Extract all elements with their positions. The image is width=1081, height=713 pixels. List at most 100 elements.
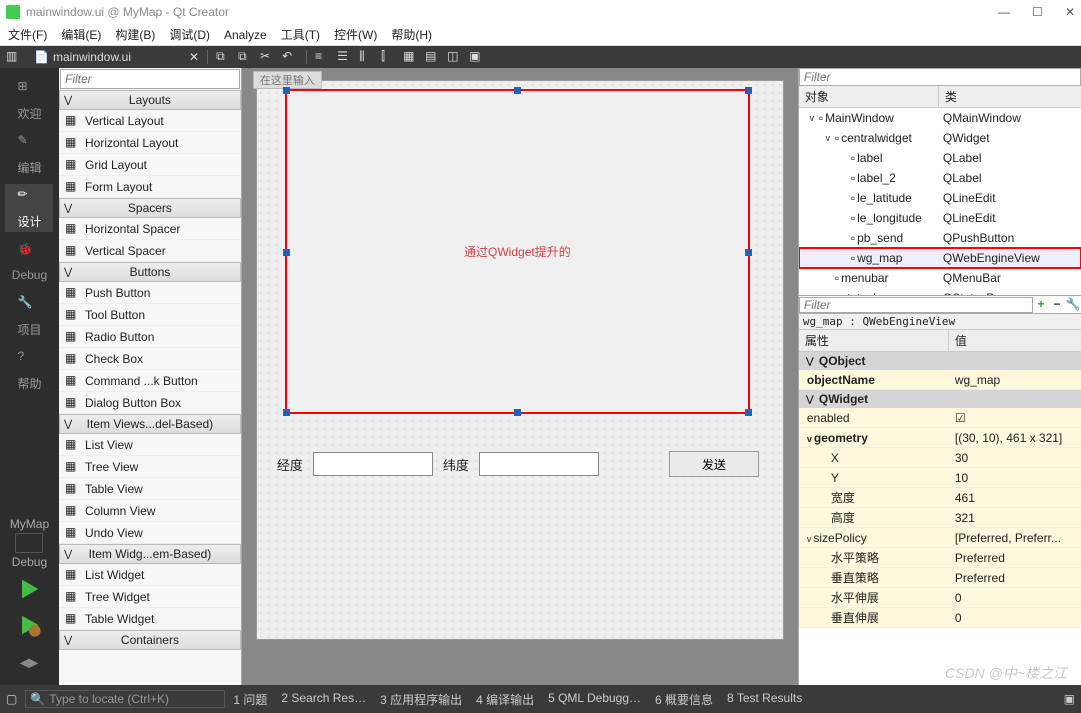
menu-文件(F)[interactable]: 文件(F) xyxy=(8,26,47,43)
widget-item[interactable]: ▦Dialog Button Box xyxy=(59,392,241,414)
layout-h-icon[interactable]: ≡ xyxy=(315,49,331,65)
widget-item[interactable]: ▦Vertical Spacer xyxy=(59,240,241,262)
settings-icon[interactable]: 🔧 xyxy=(1065,297,1081,313)
layout-vsplit-icon[interactable]: ⫿ xyxy=(381,49,397,65)
output-tab[interactable]: 3 应用程序输出 xyxy=(380,691,462,708)
menu-构建(B)[interactable]: 构建(B) xyxy=(115,26,155,43)
prop-row-垂直策略[interactable]: 垂直策略Preferred xyxy=(799,568,1081,588)
prop-category[interactable]: ⋁QWidget xyxy=(799,390,1081,408)
widget-category[interactable]: ⋁Spacers xyxy=(59,198,241,218)
property-editor[interactable]: 属性 值 ⋁QObjectobjectNamewg_map⋁QWidgetena… xyxy=(799,330,1081,685)
menu-调试(D)[interactable]: 调试(D) xyxy=(169,26,210,43)
widget-item[interactable]: ▦Horizontal Layout xyxy=(59,132,241,154)
mode-项目[interactable]: 🔧项目 xyxy=(5,292,53,340)
expand-icon[interactable]: v xyxy=(823,133,833,143)
break-layout-icon[interactable]: ◫ xyxy=(447,49,463,65)
object-inspector[interactable]: 对象 类 v▫MainWindowQMainWindowv▫centralwid… xyxy=(799,86,1081,296)
widget-category[interactable]: ⋁Item Widg...em-Based) xyxy=(59,544,241,564)
expand-icon[interactable]: v xyxy=(807,434,812,444)
widget-item[interactable]: ▦List View xyxy=(59,434,241,456)
prop-row-宽度[interactable]: 宽度461 xyxy=(799,488,1081,508)
widget-item[interactable]: ▦Command ...k Button xyxy=(59,370,241,392)
output-tab[interactable]: 8 Test Results xyxy=(727,691,802,708)
add-property-button[interactable]: + xyxy=(1033,297,1049,313)
menu-控件(W)[interactable]: 控件(W) xyxy=(334,26,377,43)
prop-value[interactable]: 321 xyxy=(949,511,1081,525)
prop-row-enabled[interactable]: enabled☑ xyxy=(799,408,1081,428)
output-tab[interactable]: 4 编译输出 xyxy=(476,691,534,708)
widget-item[interactable]: ▦Horizontal Spacer xyxy=(59,218,241,240)
close-panel-icon[interactable]: ▢ xyxy=(6,692,17,706)
output-tab[interactable]: 1 问题 xyxy=(233,691,267,708)
close-button[interactable]: ✕ xyxy=(1065,5,1075,19)
object-row-menubar[interactable]: ▫menubarQMenuBar xyxy=(799,268,1081,288)
widget-item[interactable]: ▦List Widget xyxy=(59,564,241,586)
prop-value[interactable]: [Preferred, Preferr... xyxy=(949,531,1081,545)
output-tab[interactable]: 5 QML Debugg… xyxy=(548,691,641,708)
send-button[interactable]: 发送 xyxy=(669,451,759,477)
project-selector[interactable]: MyMap Debug xyxy=(4,517,54,569)
prop-value[interactable]: 461 xyxy=(949,491,1081,505)
object-row-centralwidget[interactable]: v▫centralwidgetQWidget xyxy=(799,128,1081,148)
menu-编辑(E)[interactable]: 编辑(E) xyxy=(61,26,101,43)
prop-row-垂直伸展[interactable]: 垂直伸展0 xyxy=(799,608,1081,628)
mode-Debug[interactable]: 🐞Debug xyxy=(5,238,53,286)
layout-hsplit-icon[interactable]: ⫼ xyxy=(359,49,375,65)
menu-Analyze[interactable]: Analyze xyxy=(224,28,267,42)
widget-item[interactable]: ▦Check Box xyxy=(59,348,241,370)
form-preview[interactable]: 在这里输入 通过QWidget提升的 经度 纬度 发送 xyxy=(256,80,784,640)
prop-value[interactable]: ☑ xyxy=(949,411,1081,425)
panel-icon[interactable]: ▥ xyxy=(6,49,22,65)
selected-widget-wg-map[interactable]: 通过QWidget提升的 xyxy=(287,91,748,412)
remove-property-button[interactable]: − xyxy=(1049,297,1065,313)
run-button[interactable] xyxy=(15,575,43,603)
widget-item[interactable]: ▦Vertical Layout xyxy=(59,110,241,132)
object-row-statusbar[interactable]: ▫statusbarQStatusBar xyxy=(799,288,1081,296)
prop-value[interactable]: 0 xyxy=(949,611,1081,625)
object-row-le_longitude[interactable]: ▫le_longitudeQLineEdit xyxy=(799,208,1081,228)
widget-item[interactable]: ▦Table Widget xyxy=(59,608,241,630)
object-row-MainWindow[interactable]: v▫MainWindowQMainWindow xyxy=(799,108,1081,128)
layout-grid-icon[interactable]: ▦ xyxy=(403,49,419,65)
run-debug-button[interactable] xyxy=(15,611,43,639)
widget-item[interactable]: ▦Radio Button xyxy=(59,326,241,348)
prop-value[interactable]: 30 xyxy=(949,451,1081,465)
prop-value[interactable]: [(30, 10), 461 x 321] xyxy=(949,431,1081,445)
menu-工具(T)[interactable]: 工具(T) xyxy=(281,26,320,43)
longitude-input[interactable] xyxy=(313,452,433,476)
widget-item[interactable]: ▦Tree Widget xyxy=(59,586,241,608)
widget-category[interactable]: ⋁Item Views...del-Based) xyxy=(59,414,241,434)
object-row-label[interactable]: ▫labelQLabel xyxy=(799,148,1081,168)
adjust-size-icon[interactable]: ▣ xyxy=(469,49,485,65)
object-row-le_latitude[interactable]: ▫le_latitudeQLineEdit xyxy=(799,188,1081,208)
object-filter-input[interactable] xyxy=(799,68,1081,86)
object-row-label_2[interactable]: ▫label_2QLabel xyxy=(799,168,1081,188)
copy-icon[interactable]: ⧉ xyxy=(216,49,232,65)
widget-item[interactable]: ▦Grid Layout xyxy=(59,154,241,176)
widget-category[interactable]: ⋁Containers xyxy=(59,630,241,650)
widget-item[interactable]: ▦Tree View xyxy=(59,456,241,478)
build-button[interactable] xyxy=(15,647,43,675)
prop-row-objectName[interactable]: objectNamewg_map xyxy=(799,370,1081,390)
prop-value[interactable]: wg_map xyxy=(949,373,1081,387)
widgetbox-filter-input[interactable] xyxy=(60,69,240,89)
prop-value[interactable]: 10 xyxy=(949,471,1081,485)
widget-item[interactable]: ▦Column View xyxy=(59,500,241,522)
prop-row-水平伸展[interactable]: 水平伸展0 xyxy=(799,588,1081,608)
menu-帮助(H)[interactable]: 帮助(H) xyxy=(391,26,432,43)
object-row-wg_map[interactable]: ▫wg_mapQWebEngineView xyxy=(799,248,1081,268)
layout-v-icon[interactable]: ☰ xyxy=(337,49,353,65)
widget-category[interactable]: ⋁Layouts xyxy=(59,90,241,110)
widget-item[interactable]: ▦Undo View xyxy=(59,522,241,544)
mode-设计[interactable]: ✏设计 xyxy=(5,184,53,232)
prop-category[interactable]: ⋁QObject xyxy=(799,352,1081,370)
widget-item[interactable]: ▦Push Button xyxy=(59,282,241,304)
prop-row-Y[interactable]: Y10 xyxy=(799,468,1081,488)
prop-row-水平策略[interactable]: 水平策略Preferred xyxy=(799,548,1081,568)
progress-icon[interactable]: ▣ xyxy=(1064,692,1075,706)
undo-icon[interactable]: ↶ xyxy=(282,49,298,65)
cut-icon[interactable]: ✂ xyxy=(260,49,276,65)
layout-form-icon[interactable]: ▤ xyxy=(425,49,441,65)
prop-row-sizePolicy[interactable]: vsizePolicy[Preferred, Preferr... xyxy=(799,528,1081,548)
output-tab[interactable]: 2 Search Res… xyxy=(281,691,366,708)
